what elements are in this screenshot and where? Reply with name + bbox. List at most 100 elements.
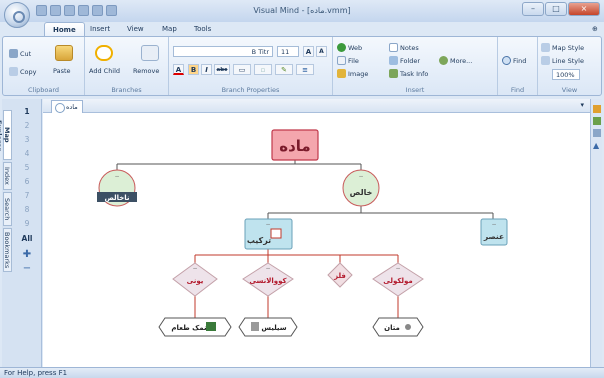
line-style-button[interactable]: Line Style [541,56,584,65]
node-compound-label: ترکیب [247,236,271,245]
grow-font-button[interactable]: A [303,46,314,57]
paste-icon[interactable] [55,45,73,61]
node-covalent-collapse-icon[interactable]: − [265,265,270,272]
node-impure[interactable]: − ناخالص [97,169,137,207]
node-compound-collapse-icon[interactable]: − [265,221,270,228]
node-methane[interactable]: متان [372,317,424,337]
font-color-button[interactable]: A [173,64,184,75]
collapse-minus-icon[interactable]: − [20,263,34,274]
add-child-button[interactable]: Add Child [89,67,120,75]
node-covalent[interactable]: − کووالانسی [242,262,294,297]
italic-button[interactable]: I [201,64,212,75]
title-bar: Visual Mind - [ماده.vmm] – □ × [0,0,604,22]
font-size-combo[interactable]: 11 [277,46,299,57]
node-impure-collapse-icon[interactable]: − [114,173,119,180]
node-compound[interactable]: − ترکیب [244,218,293,250]
tab-map-explorer[interactable]: Map Explorer [0,110,12,160]
insert-group-label: Insert [405,86,425,94]
node-impure-label: ناخالص [104,194,129,202]
border-style-button[interactable]: ▭ [233,64,251,75]
copy-button[interactable]: Copy [9,67,37,76]
folder-button[interactable]: Folder [389,56,420,65]
maximize-button[interactable]: □ [545,2,567,16]
node-molecular-label: مولکولی [383,277,413,285]
tab-list-icon[interactable]: ▾ [580,101,584,109]
shrink-font-button[interactable]: A [316,46,327,57]
cut-button[interactable]: Cut [9,49,31,58]
file-button[interactable]: File [337,56,359,65]
outline-icon[interactable] [593,117,601,125]
level-7[interactable]: 7 [20,191,34,200]
node-pure-collapse-icon[interactable]: − [358,173,363,180]
attachments-icon[interactable] [593,129,601,137]
level-4[interactable]: 4 [20,149,34,158]
find-button[interactable]: Find [502,56,526,65]
highlight-button[interactable]: ✎ [275,64,293,75]
paste-button[interactable]: Paste [53,67,71,75]
node-metal[interactable]: فلز [327,262,353,288]
node-molecular[interactable]: − مولکولی [372,262,424,297]
node-pure[interactable]: − خالص [342,169,380,207]
bold-button[interactable]: B [188,64,199,75]
branch-properties-group: B Titr 11 A A A B I abc ▭ ▫ ✎ ≡ Branch P… [169,37,333,95]
level-6[interactable]: 6 [20,177,34,186]
level-9[interactable]: 9 [20,219,34,228]
task-info-button[interactable]: Task Info [389,69,428,78]
node-salt[interactable]: نمک طعام [158,317,232,337]
right-dock: ▲ [590,99,602,367]
node-element[interactable]: − عنصر [480,218,508,246]
fill-button[interactable]: ▫ [254,64,272,75]
view-group: Map Style Line Style 100% View [538,37,601,95]
map-style-label: Map Style [552,43,585,52]
properties-icon[interactable] [593,105,601,113]
more-icon [439,56,448,65]
tab-search[interactable]: Search [3,192,12,226]
strike-button[interactable]: abc [214,64,230,75]
remove-button[interactable]: Remove [133,67,159,75]
level-1[interactable]: 1 [20,107,34,116]
mindmap-svg: ماده − ناخالص − خالص − ترکیب − عنصر فلز … [97,129,508,337]
line-style-label: Line Style [552,56,584,65]
node-root[interactable]: ماده [271,129,319,161]
level-2[interactable]: 2 [20,121,34,130]
tab-home[interactable]: Home [44,22,85,37]
image-button[interactable]: Image [337,69,368,78]
level-3[interactable]: 3 [20,135,34,144]
notes-button[interactable]: Notes [389,43,419,52]
help-icon[interactable]: ⊕ [592,25,598,33]
tab-insert[interactable]: Insert [90,25,110,33]
web-button[interactable]: Web [337,43,362,52]
close-window-button[interactable]: × [568,2,600,16]
notes-label: Notes [400,43,419,52]
align-button[interactable]: ≡ [296,64,314,75]
level-8[interactable]: 8 [20,205,34,214]
node-element-collapse-icon[interactable]: − [491,221,496,228]
more-button[interactable]: More... [439,56,472,65]
level-5[interactable]: 5 [20,163,34,172]
tab-view[interactable]: View [127,25,144,33]
zoom-combo[interactable]: 100% [552,69,580,80]
minimize-button[interactable]: – [522,2,544,16]
node-ionic[interactable]: − یونی [172,262,218,297]
tab-index[interactable]: Index [3,162,12,190]
node-molecular-collapse-icon[interactable]: − [395,265,400,272]
remove-icon[interactable] [141,45,159,61]
add-child-icon[interactable] [95,45,113,61]
pin-icon[interactable]: ▲ [593,141,601,150]
document-tab[interactable]: ماده [51,100,83,113]
magnifier-icon [502,56,511,65]
expand-plus-icon[interactable]: ✚ [20,249,34,260]
font-combo[interactable]: B Titr [173,46,273,57]
ribbon-tabs: Home Insert View Map Tools ⊕ [0,22,604,37]
application-orb-button[interactable] [4,2,30,28]
tab-tools[interactable]: Tools [194,25,211,33]
line-style-icon [541,56,550,65]
map-style-button[interactable]: Map Style [541,43,584,52]
ribbon: Cut Copy Paste Clipboard Add Child Remov… [2,36,602,96]
node-ionic-collapse-icon[interactable]: − [192,265,197,272]
node-silica-label: سیلیس [261,324,286,332]
tab-bookmarks[interactable]: Bookmarks [3,228,12,272]
level-all[interactable]: All [20,234,34,243]
node-silica[interactable]: سیلیس [238,317,298,337]
tab-map[interactable]: Map [162,25,177,33]
